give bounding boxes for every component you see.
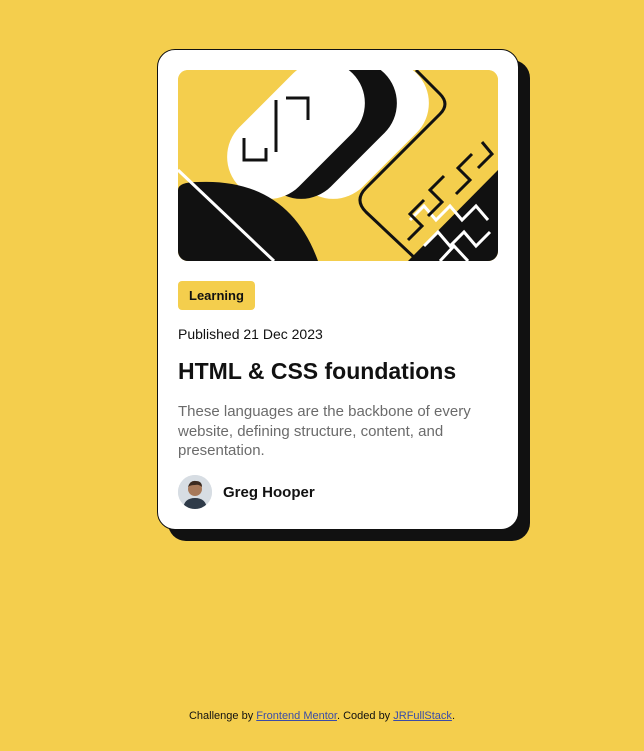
category-tag: Learning: [178, 281, 255, 310]
user-avatar-icon: [178, 475, 212, 509]
attribution-suffix: .: [451, 710, 455, 722]
article-description: These languages are the backbone of ever…: [178, 403, 471, 459]
article-title[interactable]: HTML & CSS foundations: [178, 358, 456, 385]
author-row: Greg Hooper: [178, 475, 315, 509]
blog-preview-card: Learning Published 21 Dec 2023 HTML & CS…: [157, 49, 519, 530]
attribution-footer: Challenge by Frontend Mentor. Coded by J…: [0, 710, 644, 722]
coder-link[interactable]: JRFullStack: [393, 710, 452, 722]
abstract-illustration-icon: [178, 70, 498, 261]
published-date: Published 21 Dec 2023: [178, 326, 323, 342]
frontend-mentor-link[interactable]: Frontend Mentor: [256, 710, 337, 722]
author-avatar: [178, 475, 212, 509]
author-name: Greg Hooper: [223, 483, 315, 501]
attribution-prefix: Challenge by: [188, 710, 257, 722]
article-illustration: [178, 70, 498, 261]
attribution-middle: . Coded by: [336, 710, 394, 722]
